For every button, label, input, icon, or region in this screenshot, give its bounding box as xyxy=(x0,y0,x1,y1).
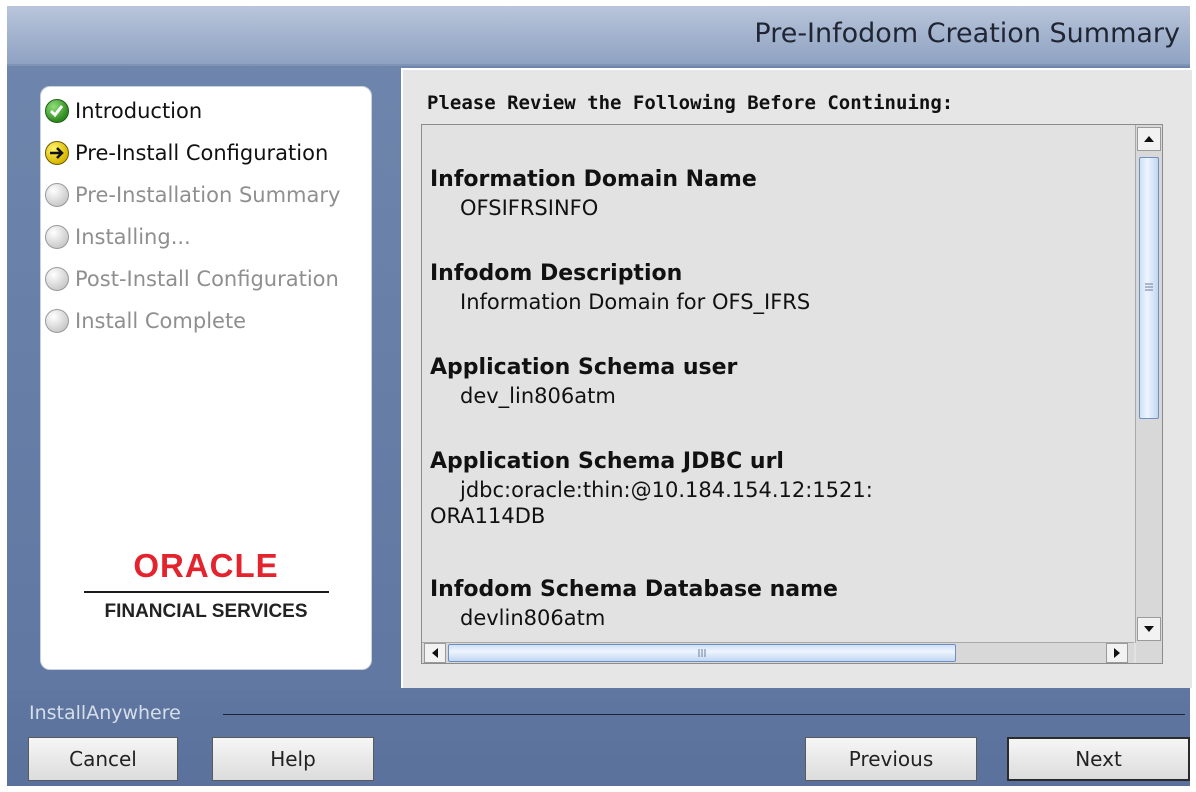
summary-item: Infodom Schema Database name devlin806at… xyxy=(430,577,1130,630)
step-label: Install Complete xyxy=(75,309,247,333)
window-title: Pre-Infodom Creation Summary xyxy=(754,18,1180,49)
item-value-continued: ORA114DB xyxy=(430,504,546,528)
item-value: jdbc:oracle:thin:@10.184.154.12:1521: xyxy=(460,478,873,502)
horizontal-scrollbar[interactable] xyxy=(422,642,1134,663)
previous-button[interactable]: Previous xyxy=(805,737,977,781)
step-introduction: Introduction xyxy=(45,97,202,125)
scroll-right-arrow-icon[interactable] xyxy=(1106,643,1128,663)
content-heading: Please Review the Following Before Conti… xyxy=(427,92,954,114)
scroll-corner xyxy=(1136,643,1162,663)
summary-item: Application Schema JDBC url jdbc:oracle:… xyxy=(430,449,1130,528)
item-title: Application Schema JDBC url xyxy=(430,449,784,474)
footer-bar: InstallAnywhere Cancel Help Previous Nex… xyxy=(7,690,1190,786)
item-value: OFSIFRSINFO xyxy=(460,196,599,220)
item-value: Information Domain for OFS_IFRS xyxy=(460,290,811,314)
summary-item: Application Schema user dev_lin806atm xyxy=(430,355,1130,408)
horizontal-scroll-thumb[interactable] xyxy=(448,644,956,662)
next-button[interactable]: Next xyxy=(1007,737,1190,781)
summary-item: Infodom Description Information Domain f… xyxy=(430,261,1130,314)
step-post-install-configuration: Post-Install Configuration xyxy=(45,265,339,293)
vertical-scroll-thumb[interactable] xyxy=(1139,157,1159,419)
item-title: Infodom Description xyxy=(430,261,683,286)
item-title: Application Schema user xyxy=(430,355,738,380)
item-title: Infodom Schema Database name xyxy=(430,577,838,602)
scroll-up-arrow-icon[interactable] xyxy=(1137,127,1161,151)
step-pre-installation-summary: Pre-Installation Summary xyxy=(45,181,340,209)
help-button[interactable]: Help xyxy=(212,737,374,781)
scroll-down-arrow-icon[interactable] xyxy=(1137,617,1161,641)
step-install-complete: Install Complete xyxy=(45,307,246,335)
step-label: Pre-Install Configuration xyxy=(75,141,329,165)
logo-divider xyxy=(83,591,329,593)
summary-scroll-box[interactable]: Information Domain Name OFSIFRSINFO Info… xyxy=(421,124,1163,664)
item-value: dev_lin806atm xyxy=(460,384,616,408)
logo-wordmark: ORACLE xyxy=(133,547,279,584)
item-value: devlin806atm xyxy=(460,606,606,630)
scroll-left-arrow-icon[interactable] xyxy=(424,643,446,663)
check-icon xyxy=(45,99,69,123)
installanywhere-label: InstallAnywhere xyxy=(29,702,181,724)
step-label: Post-Install Configuration xyxy=(75,267,339,291)
item-title: Information Domain Name xyxy=(430,167,757,192)
pending-circle-icon xyxy=(45,309,69,333)
step-label: Installing... xyxy=(75,225,191,249)
installer-window: Pre-Infodom Creation Summary Introductio… xyxy=(7,6,1192,786)
summary-text: Information Domain Name OFSIFRSINFO Info… xyxy=(422,125,1134,643)
summary-item: Information Domain Name OFSIFRSINFO xyxy=(430,167,1130,220)
cancel-button[interactable]: Cancel xyxy=(28,737,178,781)
arrow-right-icon xyxy=(45,141,69,165)
pending-circle-icon xyxy=(45,267,69,291)
oracle-logo: ORACLE FINANCIAL SERVICES xyxy=(41,547,371,623)
steps-panel: Introduction Pre-Install Configuration P… xyxy=(40,86,372,670)
pending-circle-icon xyxy=(45,225,69,249)
step-label: Pre-Installation Summary xyxy=(75,183,341,207)
step-pre-install-configuration: Pre-Install Configuration xyxy=(45,139,328,167)
pending-circle-icon xyxy=(45,183,69,207)
title-bar: Pre-Infodom Creation Summary xyxy=(7,6,1190,66)
content-panel: Please Review the Following Before Conti… xyxy=(401,68,1192,688)
step-installing: Installing... xyxy=(45,223,191,251)
step-label: Introduction xyxy=(75,99,203,123)
logo-subtitle: FINANCIAL SERVICES xyxy=(104,601,308,622)
footer-divider xyxy=(223,714,1185,715)
vertical-scrollbar[interactable] xyxy=(1135,125,1162,643)
